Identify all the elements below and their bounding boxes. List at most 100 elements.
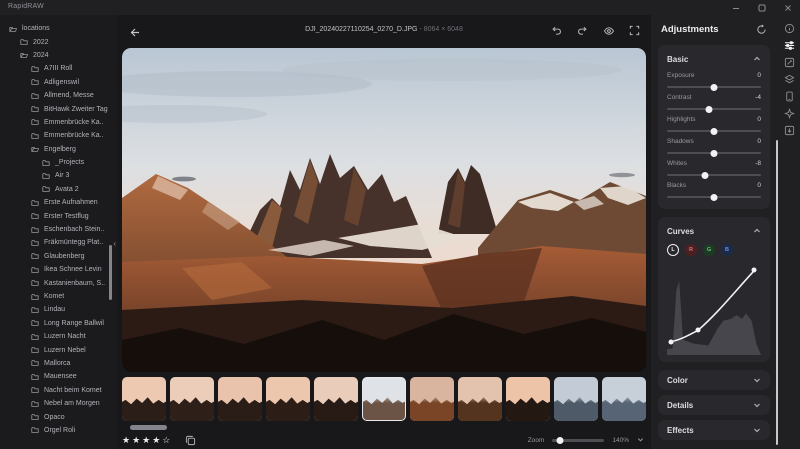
tree-item[interactable]: A7III Roll <box>0 62 117 75</box>
panel-scrollbar[interactable] <box>776 140 778 445</box>
curve-channel-b[interactable]: B <box>721 244 733 256</box>
tree-item[interactable]: Luzern Nebel <box>0 343 117 356</box>
tree-item[interactable]: Mauensee <box>0 370 117 383</box>
tree-item[interactable]: Allmend, Messe <box>0 89 117 102</box>
filmstrip-thumbnail[interactable] <box>170 377 214 421</box>
zoom-slider-thumb[interactable] <box>556 436 564 444</box>
info-icon[interactable] <box>783 22 797 34</box>
slider-track[interactable] <box>667 171 761 179</box>
slider-thumb[interactable] <box>710 83 718 91</box>
slider-track[interactable] <box>667 105 761 113</box>
show-original-icon[interactable] <box>602 24 615 37</box>
tree-item[interactable]: Glaubenberg <box>0 250 117 263</box>
slider-highlights[interactable]: Highlights 0 <box>667 116 761 135</box>
tree-item[interactable]: Kastanienbaum, S.. <box>0 276 117 289</box>
tree-item[interactable]: Erster Testflug <box>0 209 117 222</box>
rating-stars[interactable]: ★★★★☆ <box>122 435 172 445</box>
slider-shadows[interactable]: Shadows 0 <box>667 138 761 157</box>
curves-section-header[interactable]: Curves <box>667 224 761 238</box>
chevron-down-icon[interactable] <box>637 436 644 445</box>
slider-thumb[interactable] <box>710 149 718 157</box>
section-effects[interactable]: Effects <box>658 420 770 440</box>
fullscreen-icon[interactable] <box>628 24 641 37</box>
viewer-tool-icons <box>550 24 641 37</box>
layers-masks-icon[interactable] <box>783 73 797 85</box>
tree-item[interactable]: Nacht beim Komet <box>0 384 117 397</box>
slider-thumb[interactable] <box>710 127 718 135</box>
tree-item[interactable]: Luzern Nacht <box>0 330 117 343</box>
tree-item[interactable]: Emmenbrücke Ka.. <box>0 129 117 142</box>
tree-item[interactable]: BitHawk Zweiter Tag <box>0 102 117 115</box>
slider-exposure[interactable]: Exposure 0 <box>667 72 761 91</box>
tree-item[interactable]: Air 3 <box>0 169 117 182</box>
filmstrip-thumbnail[interactable] <box>506 377 550 421</box>
tree-item[interactable]: Emmenbrücke Ka.. <box>0 116 117 129</box>
tree-item[interactable]: Avata 2 <box>0 183 117 196</box>
copy-settings-icon[interactable] <box>185 435 196 446</box>
tree-item[interactable]: Adligenswil <box>0 76 117 89</box>
curve-point[interactable] <box>751 267 757 273</box>
slider-track[interactable] <box>667 127 761 135</box>
tree-item[interactable]: Mallorca <box>0 357 117 370</box>
filmstrip-thumbnail[interactable] <box>458 377 502 421</box>
tree-item[interactable]: Lindau <box>0 303 117 316</box>
filmstrip-thumbnail[interactable] <box>314 377 358 421</box>
curve-channel-l[interactable]: L <box>667 244 679 256</box>
slider-thumb[interactable] <box>710 193 718 201</box>
sidebar-collapse-icon[interactable]: ‹ <box>113 239 116 248</box>
filmstrip-thumbnail[interactable] <box>218 377 262 421</box>
section-details[interactable]: Details <box>658 395 770 415</box>
section-color[interactable]: Color <box>658 370 770 390</box>
slider-thumb[interactable] <box>701 171 709 179</box>
tree-item[interactable]: Engelberg <box>0 143 117 156</box>
tree-item[interactable]: locations <box>0 22 117 35</box>
undo-icon[interactable] <box>550 24 563 37</box>
basic-section-header[interactable]: Basic <box>667 52 761 66</box>
curve-point[interactable] <box>668 339 674 345</box>
tree-item[interactable]: Komet <box>0 290 117 303</box>
curve-point[interactable] <box>695 327 701 333</box>
tree-item[interactable]: Eschenbach Stein.. <box>0 223 117 236</box>
curve-channel-r[interactable]: R <box>685 244 697 256</box>
zoom-slider[interactable] <box>552 436 605 444</box>
slider-whites[interactable]: Whites -8 <box>667 160 761 179</box>
filmstrip-thumbnail[interactable] <box>122 377 166 421</box>
tree-item[interactable]: 2024 <box>0 49 117 62</box>
filmstrip-thumbnail[interactable] <box>554 377 598 421</box>
tree-item[interactable]: Ikea Schnee Levin <box>0 263 117 276</box>
histogram-shape <box>667 280 761 355</box>
adjustments-sliders-icon[interactable] <box>783 39 797 51</box>
tree-item[interactable]: _Projects <box>0 156 117 169</box>
slider-contrast[interactable]: Contrast -4 <box>667 94 761 113</box>
sidebar-scrollbar[interactable] <box>109 245 112 300</box>
filmstrip-thumbnail[interactable] <box>266 377 310 421</box>
slider-track[interactable] <box>667 83 761 91</box>
slider-thumb[interactable] <box>705 105 713 113</box>
tree-item[interactable]: Nebel am Morgen <box>0 397 117 410</box>
tree-item[interactable]: Orgel Roli <box>0 424 117 437</box>
filmstrip-thumbnail[interactable] <box>410 377 454 421</box>
close-icon[interactable] <box>782 2 794 14</box>
filmstrip-thumbnail[interactable] <box>602 377 646 421</box>
slider-blacks[interactable]: Blacks 0 <box>667 182 761 201</box>
tree-item[interactable]: 2022 <box>0 35 117 48</box>
tree-item[interactable]: Erste Aufnahmen <box>0 196 117 209</box>
ai-tools-icon[interactable] <box>783 107 797 119</box>
filmstrip-thumbnail[interactable] <box>362 377 406 421</box>
slider-track[interactable] <box>667 193 761 201</box>
curve-graph[interactable] <box>667 260 761 355</box>
filmstrip-scrollbar[interactable] <box>130 425 167 430</box>
curve-channel-g[interactable]: G <box>703 244 715 256</box>
edit-crop-icon[interactable] <box>783 56 797 68</box>
export-icon[interactable] <box>783 124 797 136</box>
photo-canvas[interactable] <box>122 48 646 372</box>
slider-track[interactable] <box>667 149 761 157</box>
tree-item[interactable]: Fräkmüntegg Plat.. <box>0 236 117 249</box>
presets-icon[interactable] <box>783 90 797 102</box>
tree-item[interactable]: Opaco <box>0 410 117 423</box>
minimize-icon[interactable] <box>730 2 742 14</box>
redo-icon[interactable] <box>576 24 589 37</box>
maximize-icon[interactable] <box>756 2 768 14</box>
tree-item[interactable]: Long Range Ballwil <box>0 317 117 330</box>
reset-adjustments-icon[interactable] <box>756 24 767 35</box>
